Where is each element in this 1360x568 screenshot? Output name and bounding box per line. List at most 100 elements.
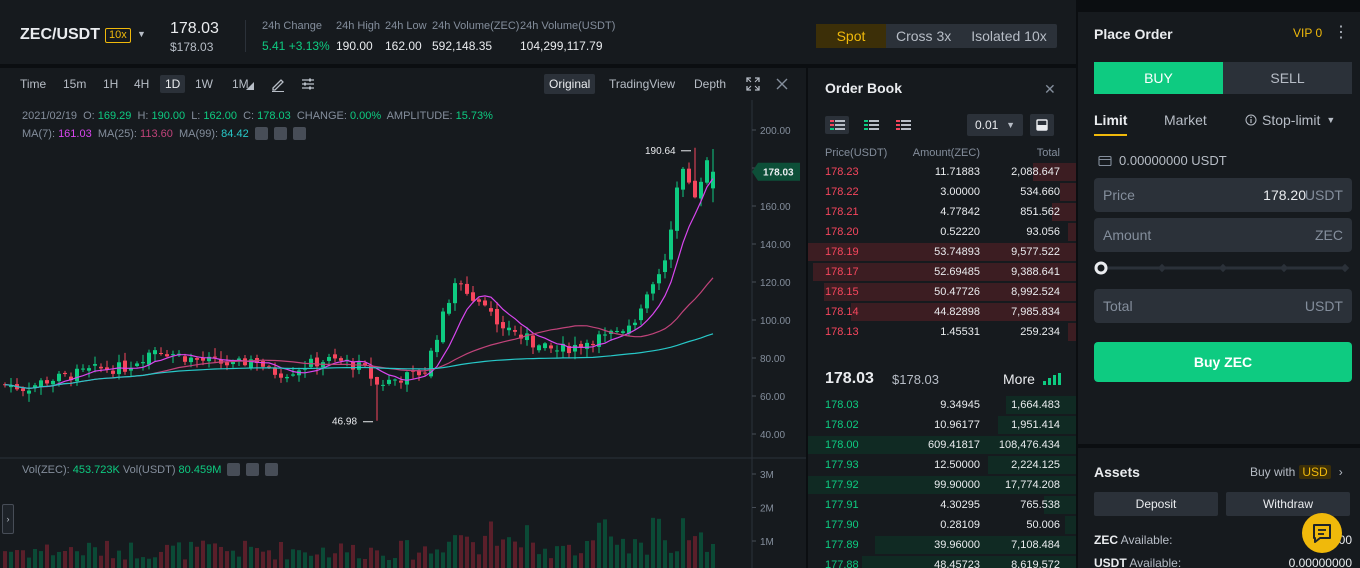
volume-bar <box>351 544 355 568</box>
row-amount: 0.52220 <box>940 226 980 238</box>
volume-bar <box>117 550 121 568</box>
slider-tick[interactable] <box>1340 263 1350 273</box>
chevron-down-icon: ▼ <box>1006 120 1015 130</box>
slider-tick[interactable] <box>1157 263 1167 273</box>
ask-row[interactable]: 178.20 0.52220 93.056 <box>808 222 1076 242</box>
candle-body <box>153 350 157 355</box>
stat-value: 104,299,117.79 <box>520 39 603 53</box>
candle-body <box>621 331 625 333</box>
order-type-market[interactable]: Market <box>1164 112 1207 128</box>
row-amount: 10.96177 <box>934 419 980 431</box>
bid-row[interactable]: 177.90 0.28109 50.006 <box>808 515 1076 535</box>
interval-15m[interactable]: 15m <box>63 76 86 92</box>
interval-1h[interactable]: 1H <box>103 76 118 92</box>
interval-time[interactable]: Time <box>20 76 46 92</box>
candle-body <box>507 327 511 331</box>
bid-row[interactable]: 177.93 12.50000 2,224.125 <box>808 455 1076 475</box>
vip-level[interactable]: VIP 0 <box>1293 26 1322 40</box>
volume-bar <box>699 532 703 568</box>
buy-with-link[interactable]: Buy with USD › <box>1250 465 1343 479</box>
chevron-down-icon[interactable]: ▼ <box>137 29 146 39</box>
price-field[interactable]: Price 178.20 USDT <box>1094 178 1352 212</box>
stat-value: 5.41 +3.13% <box>262 39 330 53</box>
candle-body <box>465 283 469 294</box>
candle-body <box>183 356 187 362</box>
candle-body <box>435 339 439 353</box>
ask-row[interactable]: 178.23 11.71883 2,088.647 <box>808 162 1076 182</box>
chevron-right-icon[interactable]: › <box>2 504 14 534</box>
mode-cross[interactable]: Cross 3x <box>886 24 961 48</box>
tab-original[interactable]: Original <box>544 74 596 94</box>
bid-row[interactable]: 177.91 4.30295 765.538 <box>808 495 1076 515</box>
mode-isolated[interactable]: Isolated 10x <box>961 24 1057 48</box>
order-type-limit[interactable]: Limit <box>1094 112 1128 136</box>
more-vertical-icon[interactable]: ⋮ <box>1333 22 1349 42</box>
slider-tick[interactable] <box>1279 263 1289 273</box>
price-tick-label: 200.00 <box>760 126 791 137</box>
row-amount: 609.41817 <box>928 439 980 451</box>
bid-row[interactable]: 177.88 48.45723 8,619.572 <box>808 555 1076 568</box>
ask-row[interactable]: 178.22 3.00000 534.660 <box>808 182 1076 202</box>
candle-body <box>45 380 49 384</box>
price-tick-label: 120.00 <box>760 278 791 289</box>
candle-body <box>87 368 91 371</box>
ask-row[interactable]: 178.15 50.47726 8,992.524 <box>808 282 1076 302</box>
close-icon[interactable]: ✕ <box>1044 81 1056 98</box>
tab-buy[interactable]: BUY <box>1094 62 1223 94</box>
ask-row[interactable]: 178.13 1.45531 259.234 <box>808 322 1076 342</box>
book-both-sides-icon[interactable] <box>825 116 849 134</box>
candle-body <box>39 380 43 387</box>
trade-mode-switch: Spot Cross 3x Isolated 10x <box>816 24 1057 48</box>
price-step-select[interactable]: 0.01 ▼ <box>967 114 1023 136</box>
pencil-icon[interactable] <box>270 76 286 92</box>
interval-1d[interactable]: 1D <box>160 75 186 93</box>
chat-button[interactable] <box>1302 513 1342 553</box>
pair-selector[interactable]: ZEC/USDT <box>20 26 100 44</box>
depth-bar <box>1068 223 1076 241</box>
stat-label: 24h Change <box>262 20 322 32</box>
candle-body <box>285 376 289 379</box>
close-icon[interactable] <box>774 76 790 92</box>
volume-bar <box>9 551 13 568</box>
bid-row[interactable]: 178.00 609.41817 108,476.434 <box>808 435 1076 455</box>
volume-bar <box>519 547 523 568</box>
volume-bar <box>645 554 649 568</box>
slider-knob[interactable] <box>1094 261 1108 275</box>
ask-row[interactable]: 178.14 44.82898 7,985.834 <box>808 302 1076 322</box>
tab-depth[interactable]: Depth <box>694 76 726 92</box>
candle-body <box>243 358 247 366</box>
candle-body <box>681 168 685 190</box>
candle-body <box>699 181 703 199</box>
volume-bar <box>213 543 217 568</box>
total-field[interactable]: Total USDT <box>1094 289 1352 323</box>
more-link[interactable]: More <box>1003 371 1035 387</box>
interval-4h[interactable]: 4H <box>134 76 149 92</box>
order-type-stop-limit[interactable]: Stop-limit ▼ <box>1245 112 1335 128</box>
settings-sliders-icon[interactable] <box>300 76 316 92</box>
book-asks-icon[interactable] <box>891 116 915 134</box>
mode-spot[interactable]: Spot <box>816 24 886 48</box>
candlestick-chart[interactable]: 200.00180.00160.00140.00120.00100.0080.0… <box>0 100 806 568</box>
book-settings-icon[interactable] <box>1030 114 1054 136</box>
candle-body <box>357 362 361 370</box>
tab-sell[interactable]: SELL <box>1223 62 1352 94</box>
interval-1w[interactable]: 1W <box>195 76 213 92</box>
ask-row[interactable]: 178.19 53.74893 9,577.522 <box>808 242 1076 262</box>
amount-field[interactable]: Amount ZEC <box>1094 218 1352 252</box>
deposit-button[interactable]: Deposit <box>1094 492 1218 516</box>
bid-row[interactable]: 178.02 10.96177 1,951.414 <box>808 415 1076 435</box>
fullscreen-icon[interactable] <box>745 76 761 92</box>
buy-zec-button[interactable]: Buy ZEC <box>1094 342 1352 382</box>
tab-tradingview[interactable]: TradingView <box>609 76 675 92</box>
bid-row[interactable]: 177.92 99.90000 17,774.208 <box>808 475 1076 495</box>
ask-row[interactable]: 178.21 4.77842 851.562 <box>808 202 1076 222</box>
book-bids-icon[interactable] <box>859 116 883 134</box>
signal-bars-icon[interactable] <box>1043 373 1061 385</box>
volume-bar <box>417 552 421 568</box>
bid-row[interactable]: 177.89 39.96000 7,108.484 <box>808 535 1076 555</box>
slider-tick[interactable] <box>1218 263 1228 273</box>
bid-row[interactable]: 178.03 9.34945 1,664.483 <box>808 395 1076 415</box>
total-label: Total <box>1103 298 1133 314</box>
amount-slider[interactable] <box>1094 260 1352 276</box>
ask-row[interactable]: 178.17 52.69485 9,388.641 <box>808 262 1076 282</box>
